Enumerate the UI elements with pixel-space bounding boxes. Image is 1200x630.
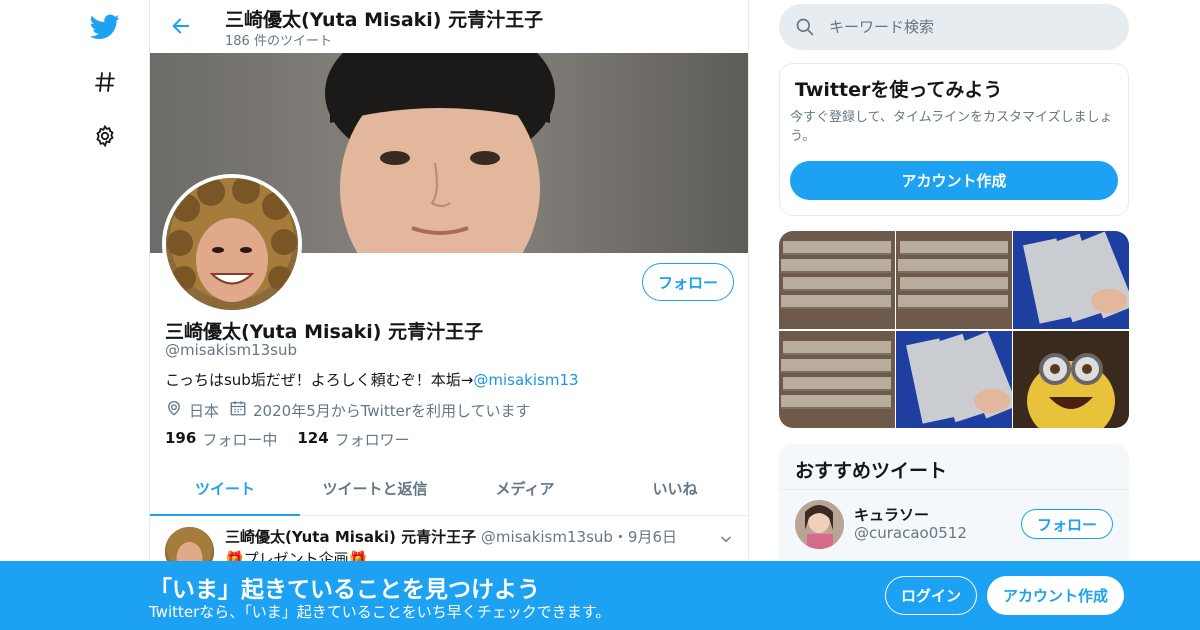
location-item: 日本 [165,399,219,421]
joined-item: 2020年5月からTwitterを利用しています [229,399,531,421]
tweet-header: 三崎優太(Yuta Misaki) 元青汁王子 @misakism13sub・9… [225,526,677,547]
header-tweet-count: 186 件のツイート [225,34,332,49]
twitter-bird-icon[interactable] [80,5,130,49]
tweet-author-name[interactable]: 三崎優太(Yuta Misaki) 元青汁王子 [225,528,476,546]
gear-icon[interactable] [80,114,130,158]
signup-button[interactable]: アカウント作成 [987,576,1124,615]
media-thumbnail[interactable] [1013,331,1129,428]
profile-column: 三崎優太(Yuta Misaki) 元青汁王子 186 件のツイート フォロー … [149,0,749,630]
profile-stats: 196 フォロー中 124 フォロワー [165,429,430,450]
header-title: 三崎優太(Yuta Misaki) 元青汁王子 [225,9,544,31]
following-label[interactable]: フォロー中 [202,429,277,450]
media-thumbnail[interactable] [896,331,1012,428]
tab-likes[interactable]: いいね [600,462,748,515]
recommended-user-handle[interactable]: @curacao0512 [854,524,967,542]
chevron-down-icon[interactable] [716,529,736,549]
profile-handle: @misakism13sub [165,341,297,359]
login-button[interactable]: ログイン [885,576,977,615]
recommended-user[interactable]: キュラソー @curacao0512 フォロー [779,490,1129,560]
follow-button[interactable]: フォロー [642,263,734,301]
recommended-user-avatar[interactable] [795,500,844,549]
recommended-follow-button[interactable]: フォロー [1021,509,1113,539]
prompt-subtitle: Twitterなら、「いま」起きていることをいち早くチェックできます。 [149,603,611,621]
tab-media[interactable]: メディア [450,462,600,515]
media-grid [779,231,1129,428]
joined-text: 2020年5月からTwitterを利用しています [253,401,531,420]
profile-meta: 日本 2020年5月からTwitterを利用しています [165,399,541,421]
back-arrow-icon[interactable] [166,11,196,41]
signup-prompt-bar: 「いま」起きていることを見つけよう Twitterなら、「いま」起きていることを… [0,561,1200,630]
recommended-title: おすすめツイート [795,460,948,482]
followers-label[interactable]: フォロワー [335,429,410,450]
prompt-title: 「いま」起きていることを見つけよう [149,577,540,603]
profile-tabs: ツイート ツイートと返信 メディア いいね [150,462,748,516]
media-thumbnail[interactable] [779,231,895,329]
signup-description: 今すぐ登録して、タイムラインをカスタマイズしましょう。 [790,110,1113,144]
search-icon [795,17,815,37]
profile-name: 三崎優太(Yuta Misaki) 元青汁王子 [165,321,484,343]
search-bar[interactable] [779,4,1129,50]
tab-tweets-and-replies[interactable]: ツイートと返信 [300,462,450,515]
location-pin-icon [165,399,189,421]
calendar-icon [229,399,253,421]
media-thumbnail[interactable] [1013,231,1129,329]
followers-count[interactable]: 124 [297,429,328,450]
left-nav [80,0,130,630]
media-thumbnail[interactable] [896,231,1012,329]
create-account-button[interactable]: アカウント作成 [790,161,1118,200]
media-thumbnail[interactable] [779,331,895,428]
profile-avatar[interactable] [162,174,302,314]
hashtag-icon[interactable] [80,60,130,104]
tweet-handle-date[interactable]: @misakism13sub・9月6日 [481,528,677,546]
location-text: 日本 [189,401,220,420]
signup-card: Twitterを使ってみよう 今すぐ登録して、タイムラインをカスタマイズしましょ… [779,63,1129,216]
signup-title: Twitterを使ってみよう [795,79,1003,101]
profile-header-bar: 三崎優太(Yuta Misaki) 元青汁王子 186 件のツイート [150,0,748,53]
bio-mention-link[interactable]: @misakism13 [473,371,578,389]
following-count[interactable]: 196 [165,429,196,450]
profile-bio: こっちはsub垢だぜ！よろしく頼むぞ！本垢→@misakism13 [165,369,579,390]
tab-tweets[interactable]: ツイート [150,462,300,516]
bio-text: こっちはsub垢だぜ！よろしく頼むぞ！本垢→ [165,371,474,389]
recommended-user-name[interactable]: キュラソー [854,504,929,525]
search-input[interactable] [829,12,1109,42]
